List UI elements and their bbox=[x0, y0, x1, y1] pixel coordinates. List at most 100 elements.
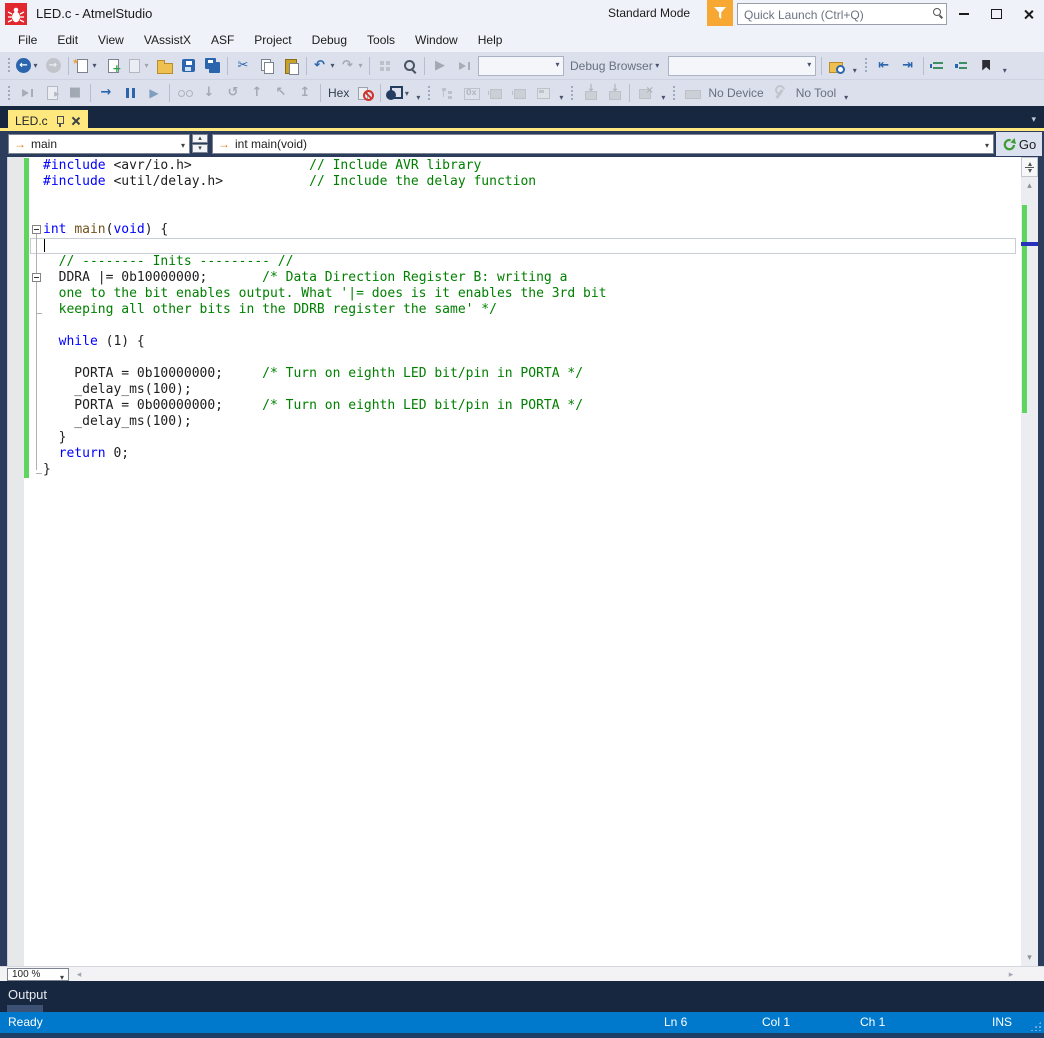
code-line[interactable]: PORTA = 0b10000000; /* Turn on eighth LE… bbox=[43, 366, 583, 382]
code-line[interactable]: return 0; bbox=[43, 446, 129, 462]
toolbar-overflow[interactable] bbox=[840, 82, 852, 104]
menu-debug[interactable]: Debug bbox=[302, 28, 357, 52]
run-to-cursor-icon bbox=[43, 85, 60, 102]
save-button[interactable] bbox=[177, 55, 199, 77]
toolbar-overflow[interactable] bbox=[412, 82, 424, 104]
code-line[interactable]: // -------- Inits --------- // bbox=[43, 254, 294, 270]
back-button[interactable]: ← bbox=[16, 55, 40, 77]
toolbar1-grip[interactable] bbox=[7, 57, 12, 74]
toolbar-overflow[interactable] bbox=[657, 82, 669, 104]
close-button[interactable] bbox=[1012, 0, 1044, 28]
find-in-files-button[interactable] bbox=[826, 55, 848, 77]
toolbar2-grip[interactable] bbox=[7, 84, 12, 102]
code-line[interactable]: } bbox=[43, 430, 67, 446]
code-line[interactable]: #include <avr/io.h> // Include AVR libra… bbox=[43, 158, 481, 174]
code-line[interactable]: _delay_ms(100); bbox=[43, 414, 191, 430]
tab-list-chevron-icon[interactable]: ▾ bbox=[1031, 114, 1036, 125]
bookmark-button[interactable] bbox=[976, 55, 998, 77]
debug-browser-label[interactable]: Debug Browser bbox=[566, 59, 666, 73]
device-programming-button[interactable] bbox=[385, 82, 411, 104]
resize-grip[interactable] bbox=[1030, 1021, 1042, 1031]
fold-collapse-box[interactable] bbox=[32, 273, 41, 282]
toolbar-separator bbox=[306, 56, 307, 75]
menu-help[interactable]: Help bbox=[468, 28, 513, 52]
toolbar-overflow[interactable] bbox=[849, 55, 861, 77]
menu-project[interactable]: Project bbox=[244, 28, 301, 52]
menu-asf[interactable]: ASF bbox=[201, 28, 244, 52]
scroll-down-arrow[interactable] bbox=[1021, 949, 1038, 966]
copy-button[interactable] bbox=[256, 55, 278, 77]
set-next-statement-icon: ↖ bbox=[275, 85, 287, 100]
new-project-button[interactable] bbox=[72, 54, 99, 77]
go-button[interactable]: Go bbox=[996, 132, 1042, 156]
breakpoint-margin[interactable] bbox=[7, 157, 24, 966]
hex-button-label: Hex bbox=[328, 86, 350, 100]
debug-browser-combo[interactable] bbox=[667, 55, 816, 76]
minimize-button[interactable] bbox=[948, 0, 980, 28]
toolbar1-grip2[interactable] bbox=[863, 57, 869, 74]
step-into-button[interactable]: → bbox=[95, 82, 117, 104]
menu-tools[interactable]: Tools bbox=[357, 28, 405, 52]
toolbar2-grip3[interactable] bbox=[570, 84, 576, 102]
step-over-button: ↓ bbox=[198, 82, 220, 104]
fold-collapse-box[interactable] bbox=[32, 225, 41, 234]
indent-button[interactable]: ⇥ bbox=[897, 55, 919, 77]
format-selection-button[interactable] bbox=[952, 55, 974, 77]
pin-icon[interactable] bbox=[55, 115, 65, 127]
menu-file[interactable]: File bbox=[8, 28, 47, 52]
hex-button[interactable]: Hex bbox=[325, 82, 352, 104]
add-item-icon bbox=[104, 58, 122, 77]
pause-button[interactable] bbox=[119, 82, 141, 104]
format-document-button[interactable] bbox=[928, 55, 950, 77]
split-window-handle[interactable] bbox=[1021, 157, 1038, 177]
feedback-filter-button[interactable] bbox=[707, 0, 733, 26]
toolbar2-grip4[interactable] bbox=[672, 84, 678, 102]
scroll-right-arrow[interactable] bbox=[1004, 967, 1018, 981]
save-all-button[interactable] bbox=[201, 55, 223, 77]
code-line[interactable]: PORTA = 0b00000000; /* Turn on eighth LE… bbox=[43, 398, 583, 414]
code-line[interactable]: DDRA |= 0b10000000; /* Data Direction Re… bbox=[43, 270, 568, 286]
toggle-breakpoints-button[interactable] bbox=[354, 82, 376, 104]
quick-launch-box[interactable] bbox=[737, 3, 947, 25]
code-line[interactable]: while (1) { bbox=[43, 334, 145, 350]
tab-close-icon[interactable] bbox=[71, 116, 81, 126]
toolbar-overflow[interactable] bbox=[555, 82, 567, 104]
vertical-scrollbar[interactable] bbox=[1021, 157, 1038, 966]
quick-launch-input[interactable] bbox=[742, 5, 926, 25]
code-area[interactable]: #include <avr/io.h> // Include AVR libra… bbox=[43, 157, 1021, 966]
undo-button[interactable]: ↶ bbox=[311, 55, 337, 77]
toolbar-overflow[interactable] bbox=[999, 55, 1011, 77]
code-line[interactable]: one to the bit enables output. What '|= … bbox=[43, 286, 607, 302]
zoom-selection-button[interactable] bbox=[398, 55, 420, 77]
spinner-up-button[interactable] bbox=[192, 134, 208, 143]
tab-led-c[interactable]: LED.c bbox=[8, 110, 88, 131]
run-button[interactable]: ▶ bbox=[143, 82, 165, 104]
code-editor[interactable]: #include <avr/io.h> // Include AVR libra… bbox=[0, 157, 1044, 966]
editor-zoom-dropdown[interactable]: 100 % bbox=[7, 968, 69, 981]
spinner-down-button[interactable] bbox=[192, 144, 208, 153]
code-line[interactable]: _delay_ms(100); bbox=[43, 382, 191, 398]
scroll-up-arrow[interactable] bbox=[1021, 177, 1038, 194]
toolbar2-grip2[interactable] bbox=[427, 84, 433, 102]
menu-view[interactable]: View bbox=[88, 28, 134, 52]
scope-value: main bbox=[31, 137, 58, 151]
paste-button[interactable] bbox=[280, 55, 302, 77]
cut-button[interactable]: ✂ bbox=[232, 55, 254, 77]
maximize-button[interactable] bbox=[980, 0, 1012, 28]
code-line[interactable]: } bbox=[43, 462, 51, 478]
code-line[interactable]: int main(void) { bbox=[43, 222, 168, 238]
outdent-button[interactable]: ⇤ bbox=[873, 55, 895, 77]
open-file-button[interactable] bbox=[153, 55, 175, 77]
menu-window[interactable]: Window bbox=[405, 28, 468, 52]
menu-vassistx[interactable]: VAssistX bbox=[134, 28, 201, 52]
scope-dropdown[interactable]: main bbox=[8, 134, 190, 154]
scroll-left-arrow[interactable] bbox=[72, 967, 86, 981]
member-dropdown[interactable]: int main(void) bbox=[212, 134, 994, 154]
code-line[interactable]: keeping all other bits in the DDRB regis… bbox=[43, 302, 497, 318]
menu-edit[interactable]: Edit bbox=[47, 28, 88, 52]
add-item-button[interactable] bbox=[101, 55, 123, 77]
chevron-down-icon bbox=[653, 61, 662, 70]
output-panel-title[interactable]: Output bbox=[8, 987, 47, 1002]
code-line[interactable]: #include <util/delay.h> // Include the d… bbox=[43, 174, 536, 190]
toolbar-separator bbox=[424, 56, 425, 75]
